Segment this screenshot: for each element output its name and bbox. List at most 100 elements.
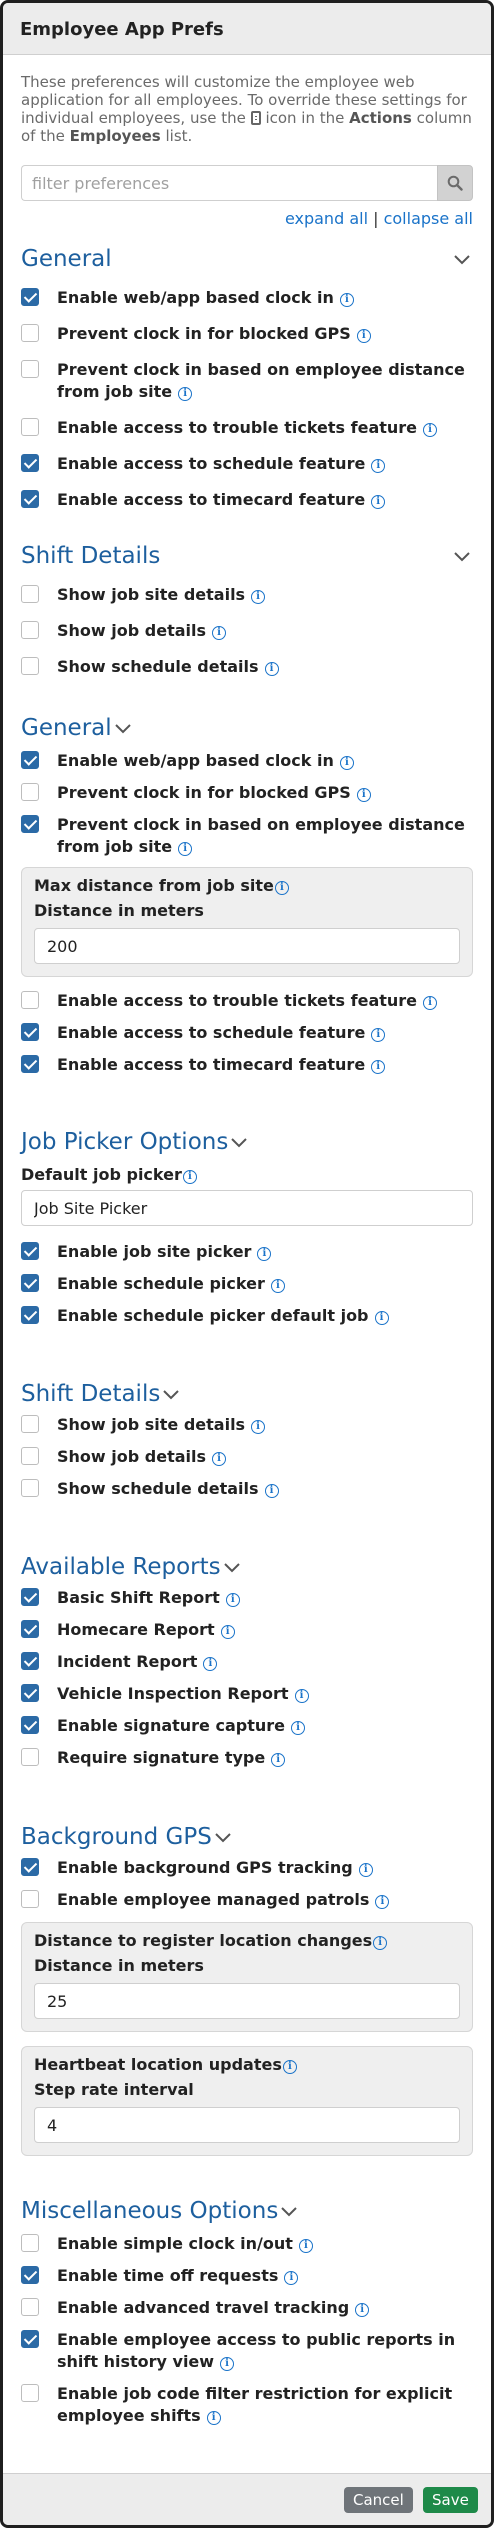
option-checkbox[interactable] — [21, 1479, 39, 1497]
info-icon[interactable]: i — [264, 1484, 279, 1498]
info-icon[interactable]: i — [271, 1753, 286, 1767]
option-checkbox[interactable] — [21, 1274, 39, 1292]
info-icon[interactable]: i — [371, 459, 386, 473]
option-checkbox[interactable] — [21, 490, 39, 508]
info-icon[interactable]: i — [182, 1170, 197, 1184]
option-checkbox[interactable] — [21, 1415, 39, 1433]
option-checkbox[interactable] — [21, 1620, 39, 1638]
option-row[interactable]: Enable simple clock in/out i — [21, 2228, 473, 2260]
info-icon[interactable]: i — [264, 662, 279, 676]
section-general-header[interactable]: General — [21, 246, 473, 272]
default-job-picker-input[interactable] — [21, 1190, 473, 1226]
option-row[interactable]: Enable advanced travel tracking i — [21, 2292, 473, 2324]
option-row[interactable]: Enable employee access to public reports… — [21, 2324, 473, 2378]
info-icon[interactable]: i — [178, 842, 193, 856]
chevron-down-icon[interactable] — [160, 1383, 182, 1405]
info-icon[interactable]: i — [355, 2303, 370, 2317]
option-row[interactable]: Show schedule details i — [21, 649, 473, 685]
info-icon[interactable]: i — [257, 1247, 272, 1261]
option-checkbox[interactable] — [21, 288, 39, 306]
info-icon[interactable]: i — [298, 2239, 313, 2253]
option-row[interactable]: Enable web/app based clock in i — [21, 745, 473, 777]
option-row[interactable]: Prevent clock in based on employee dista… — [21, 352, 473, 410]
option-checkbox[interactable] — [21, 324, 39, 342]
option-checkbox[interactable] — [21, 1055, 39, 1073]
option-row[interactable]: Require signature type i — [21, 1742, 473, 1774]
option-checkbox[interactable] — [21, 418, 39, 436]
option-row[interactable]: Prevent clock in for blocked GPS i — [21, 316, 473, 352]
cancel-button[interactable]: Cancel — [344, 2487, 413, 2513]
option-checkbox[interactable] — [21, 2266, 39, 2284]
info-icon[interactable]: i — [371, 1060, 386, 1074]
option-checkbox[interactable] — [21, 657, 39, 675]
section-shift-details-header[interactable]: Shift Details — [21, 543, 473, 569]
expand-all-link[interactable]: expand all — [285, 209, 368, 228]
section-available-reports-header[interactable]: Available Reports — [21, 1554, 473, 1580]
option-checkbox[interactable] — [21, 585, 39, 603]
option-checkbox[interactable] — [21, 783, 39, 801]
chevron-down-icon[interactable] — [212, 1826, 234, 1848]
option-row[interactable]: Homecare Report i — [21, 1614, 473, 1646]
option-row[interactable]: Enable schedule picker i — [21, 1268, 473, 1300]
save-button[interactable]: Save — [423, 2487, 478, 2513]
option-checkbox[interactable] — [21, 2384, 39, 2402]
chevron-down-icon[interactable] — [112, 717, 134, 739]
option-row[interactable]: Show job details i — [21, 1441, 473, 1473]
option-row[interactable]: Enable job code filter restriction for e… — [21, 2378, 473, 2432]
option-checkbox[interactable] — [21, 1748, 39, 1766]
option-checkbox[interactable] — [21, 2234, 39, 2252]
info-icon[interactable]: i — [356, 788, 371, 802]
section-job-picker-header[interactable]: Job Picker Options — [21, 1129, 473, 1155]
option-checkbox[interactable] — [21, 815, 39, 833]
option-row[interactable]: Show job site details i — [21, 577, 473, 613]
option-checkbox[interactable] — [21, 2298, 39, 2316]
option-checkbox[interactable] — [21, 1652, 39, 1670]
option-checkbox[interactable] — [21, 1242, 39, 1260]
info-icon[interactable]: i — [282, 2060, 297, 2074]
search-button[interactable] — [437, 165, 473, 201]
chevron-down-icon[interactable] — [221, 1556, 243, 1578]
option-checkbox[interactable] — [21, 1858, 39, 1876]
option-row[interactable]: Enable job site picker i — [21, 1236, 473, 1268]
chevron-down-icon[interactable] — [451, 248, 473, 270]
option-row[interactable]: Incident Report i — [21, 1646, 473, 1678]
info-icon[interactable]: i — [294, 1689, 309, 1703]
option-checkbox[interactable] — [21, 991, 39, 1009]
option-row[interactable]: Show job details i — [21, 613, 473, 649]
option-row[interactable]: Enable access to trouble tickets feature… — [21, 410, 473, 446]
option-checkbox[interactable] — [21, 1447, 39, 1465]
option-row[interactable]: Show job site details i — [21, 1409, 473, 1441]
option-checkbox[interactable] — [21, 1716, 39, 1734]
info-icon[interactable]: i — [356, 329, 371, 343]
option-checkbox[interactable] — [21, 621, 39, 639]
option-row[interactable]: Enable web/app based clock in i — [21, 280, 473, 316]
info-icon[interactable]: i — [291, 1721, 305, 1735]
option-row[interactable]: Basic Shift Report i — [21, 1582, 473, 1614]
option-checkbox[interactable] — [21, 2330, 39, 2348]
section-background-gps-header[interactable]: Background GPS — [21, 1824, 473, 1850]
info-icon[interactable]: i — [220, 2357, 235, 2371]
option-row[interactable]: Enable background GPS tracking i — [21, 1852, 473, 1884]
info-icon[interactable]: i — [251, 1420, 266, 1434]
info-icon[interactable]: i — [270, 1279, 285, 1293]
info-icon[interactable]: i — [375, 1895, 390, 1909]
option-row[interactable]: Enable access to trouble tickets feature… — [21, 985, 473, 1017]
section-misc-options-header[interactable]: Miscellaneous Options — [21, 2198, 473, 2224]
step-rate-input[interactable] — [34, 2107, 460, 2143]
info-icon[interactable]: i — [220, 1625, 235, 1639]
collapse-all-link[interactable]: collapse all — [384, 209, 473, 228]
option-checkbox[interactable] — [21, 1306, 39, 1324]
info-icon[interactable]: i — [251, 590, 266, 604]
info-icon[interactable]: i — [423, 996, 438, 1010]
info-icon[interactable]: i — [203, 1657, 218, 1671]
option-row[interactable]: Enable time off requests i — [21, 2260, 473, 2292]
info-icon[interactable]: i — [212, 1452, 226, 1466]
info-icon[interactable]: i — [225, 1593, 240, 1607]
option-row[interactable]: Prevent clock in for blocked GPS i — [21, 777, 473, 809]
info-icon[interactable]: i — [206, 2411, 221, 2425]
option-row[interactable]: Prevent clock in based on employee dista… — [21, 809, 473, 863]
option-checkbox[interactable] — [21, 1588, 39, 1606]
chevron-down-icon[interactable] — [228, 1131, 250, 1153]
chevron-down-icon[interactable] — [278, 2200, 300, 2222]
option-row[interactable]: Vehicle Inspection Report i — [21, 1678, 473, 1710]
